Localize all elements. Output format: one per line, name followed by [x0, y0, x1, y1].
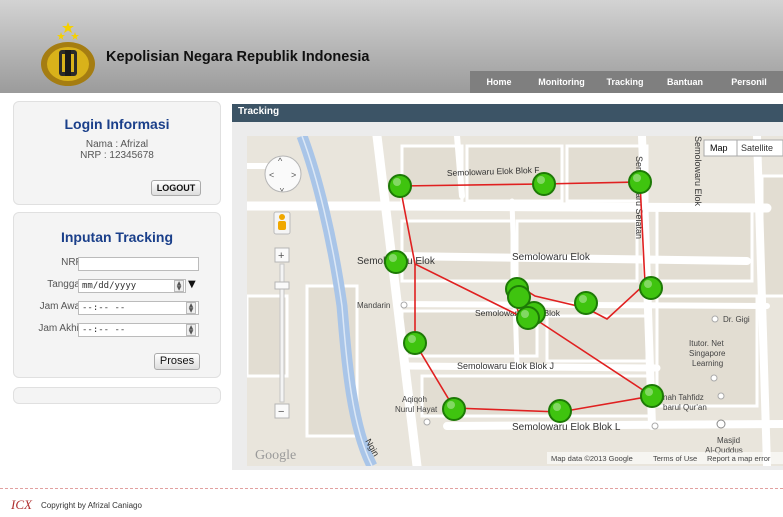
tracking-title: Tracking — [238, 106, 280, 117]
pan-right-icon[interactable]: > — [291, 170, 296, 180]
map-type-satellite-label: Satellite — [741, 143, 773, 153]
map-attribution: Map data ©2013 Google — [551, 454, 633, 463]
tracking-point-marker[interactable] — [388, 174, 412, 198]
place-label-tahfidz-2: barul Qur'an — [663, 403, 707, 412]
place-marker-icon — [423, 418, 431, 426]
place-marker-icon — [651, 422, 659, 430]
place-label-tahfidz-1: nah Tahfidz — [663, 393, 704, 402]
nav-home[interactable]: Home — [470, 71, 528, 93]
start-time-spinner[interactable]: ▲ ▼ — [186, 302, 196, 314]
end-time-spinner[interactable]: ▲ ▼ — [186, 324, 196, 336]
end-time-input[interactable]: --:-- -- — [78, 323, 199, 337]
zoom-slider-handle[interactable] — [274, 281, 290, 290]
pan-control[interactable]: ^ < > ^ — [264, 155, 302, 193]
login-title: Login Informasi — [64, 116, 170, 132]
pan-left-icon[interactable]: < — [269, 170, 274, 180]
street-label-blok-l: Semolowaru Elok Blok L — [512, 422, 621, 433]
end-time-row: Jam Akhir: --:-- -- ▲ ▼ — [14, 323, 220, 337]
street-label-elok-east: Semolowaru Elok — [512, 252, 591, 263]
place-marker-icon — [717, 392, 725, 400]
place-label-aqiqoh-1: Aqiqoh — [402, 395, 427, 404]
place-marker-icon — [710, 374, 718, 382]
tracking-point-marker[interactable] — [384, 250, 408, 274]
nrp-input[interactable] — [78, 257, 199, 271]
place-label-itutor-2: Singapore — [689, 349, 726, 358]
start-time-row: Jam Awal: --:-- -- ▲ ▼ — [14, 301, 220, 315]
nav-bantuan[interactable]: Bantuan — [655, 71, 715, 93]
place-label-dr-gigi: Dr. Gigi — [723, 315, 750, 324]
place-label-masjid-1: Masjid — [717, 436, 740, 445]
date-input[interactable]: mm/dd/yyyy — [78, 279, 186, 293]
map-type-map-label: Map — [710, 143, 728, 153]
tracking-point-marker[interactable] — [532, 172, 556, 196]
date-row: Tanggal: mm/dd/yyyy ▲ ▼ ▼ — [14, 279, 220, 293]
site-title: Kepolisian Negara Republik Indonesia — [106, 49, 370, 65]
nav-personil[interactable]: Personil — [715, 71, 783, 93]
date-dropdown-icon[interactable]: ▼ — [188, 279, 196, 290]
tracking-point-marker[interactable] — [628, 170, 652, 194]
mosque-icon — [716, 419, 726, 429]
logout-button[interactable]: LOGOUT — [151, 180, 201, 196]
tracking-input-panel: Inputan Tracking NRP: Tanggal: mm/dd/yyy… — [13, 212, 221, 378]
tracking-point-marker[interactable] — [516, 306, 540, 330]
main-nav: Home Monitoring Tracking Bantuan Personi… — [470, 71, 783, 93]
header: Kepolisian Negara Republik Indonesia Hom… — [0, 0, 783, 93]
report-map-error-link[interactable]: Report a map error — [707, 454, 771, 463]
tracking-point-marker[interactable] — [548, 399, 572, 423]
tracking-point-marker[interactable] — [442, 397, 466, 421]
zoom-out-icon[interactable]: − — [278, 406, 284, 418]
tracking-map[interactable]: Semolowaru Elok Blok F Semolowaru Elok S… — [247, 136, 783, 466]
place-label-itutor-1: Itutor. Net — [689, 339, 724, 348]
login-panel: Login Informasi Nama : Afrizal NRP : 123… — [13, 101, 221, 205]
map-container: Semolowaru Elok Blok F Semolowaru Elok S… — [232, 122, 783, 470]
tracking-header-bar: Tracking — [232, 104, 783, 122]
pegman-icon[interactable] — [273, 211, 291, 235]
tracking-point-marker[interactable] — [403, 331, 427, 355]
date-spinner[interactable]: ▲ ▼ — [174, 280, 184, 292]
user-nrp: NRP : 12345678 — [80, 150, 154, 161]
place-label-mandarin: Mandarin — [357, 301, 390, 310]
start-time-input[interactable]: --:-- -- — [78, 301, 199, 315]
place-marker-icon — [400, 301, 408, 309]
police-emblem-logo — [41, 22, 95, 86]
place-marker-icon — [711, 315, 719, 323]
footer-copyright: Copyright by Afrizal Caniago — [41, 501, 142, 510]
place-label-aqiqoh-2: Nurul Hayat — [395, 405, 438, 414]
user-name: Nama : Afrizal — [85, 139, 149, 150]
nav-monitoring[interactable]: Monitoring — [528, 71, 595, 93]
nrp-row: NRP: — [14, 257, 220, 271]
zoom-in-icon[interactable]: + — [278, 250, 284, 262]
terms-of-use-link[interactable]: Terms of Use — [653, 454, 697, 463]
footer-logo: ICX — [11, 497, 32, 512]
tracking-point-marker[interactable] — [639, 276, 663, 300]
proses-button[interactable]: Proses — [154, 353, 200, 370]
empty-panel — [13, 387, 221, 404]
tracking-point-marker[interactable] — [640, 384, 664, 408]
footer-divider — [0, 488, 783, 489]
place-label-itutor-3: Learning — [692, 359, 723, 368]
tracking-point-marker[interactable] — [574, 291, 598, 315]
tracking-form-title: Inputan Tracking — [60, 229, 173, 245]
street-label-blok-j: Semolowaru Elok Blok J — [457, 361, 554, 371]
street-label-elok-vertical: Semolowaru Elok — [693, 136, 703, 207]
google-logo[interactable]: Google — [255, 448, 296, 463]
nav-tracking[interactable]: Tracking — [595, 71, 655, 93]
